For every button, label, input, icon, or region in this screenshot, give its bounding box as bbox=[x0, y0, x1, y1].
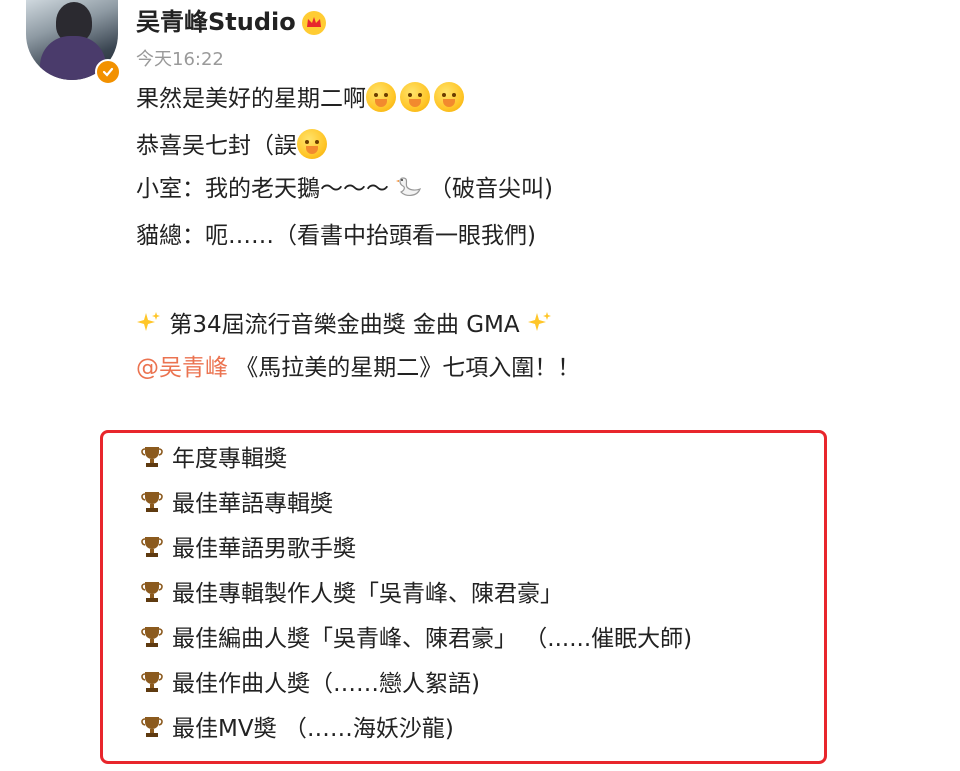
line-2-text: 恭喜吴七封（誤 bbox=[136, 133, 297, 159]
award-text: 最佳編曲人奬「吳青峰、陳君豪」 （......催眠大師) bbox=[172, 626, 693, 652]
thinking-face-emoji-icon bbox=[297, 129, 327, 159]
swan-icon bbox=[396, 177, 422, 196]
mention-link[interactable]: @吴青峰 bbox=[136, 355, 228, 381]
trophy-icon bbox=[141, 447, 163, 467]
award-text: 最佳作曲人奬（……戀人絮語) bbox=[172, 671, 480, 697]
trophy-icon bbox=[141, 672, 163, 692]
trophy-icon bbox=[141, 582, 163, 602]
line-1-text: 果然是美好的星期二啊 bbox=[136, 86, 366, 112]
line-3-text: 小室：我的老天鵝～～～ bbox=[136, 176, 389, 202]
award-text: 最佳華語專輯奬 bbox=[172, 491, 333, 517]
award-item: 最佳華語專輯奬 bbox=[140, 489, 333, 519]
trophy-icon bbox=[141, 537, 163, 557]
award-item: 最佳MV奬 （……海妖沙龍) bbox=[140, 714, 454, 744]
award-text: 最佳華語男歌手奬 bbox=[172, 536, 356, 562]
award-text: 最佳MV奬 （……海妖沙龍) bbox=[172, 716, 454, 742]
shushing-face-emoji-icon bbox=[400, 82, 430, 112]
sparkles-icon bbox=[527, 312, 551, 331]
line-3-suffix: （破音尖叫) bbox=[429, 176, 553, 202]
shushing-face-emoji-icon bbox=[434, 82, 464, 112]
award-item: 最佳華語男歌手奬 bbox=[140, 534, 356, 564]
award-text: 最佳專輯製作人奬「吳青峰、陳君豪」 bbox=[172, 581, 563, 607]
line-5-text: 第34屆流行音樂金曲獎 金曲 GMA bbox=[169, 312, 520, 338]
trophy-icon bbox=[141, 717, 163, 737]
trophy-icon bbox=[141, 492, 163, 512]
post-line-1: 果然是美好的星期二啊 bbox=[136, 82, 468, 114]
award-item: 最佳編曲人奬「吳青峰、陳君豪」 （......催眠大師) bbox=[140, 624, 692, 654]
post-line-3: 小室：我的老天鵝～～～ （破音尖叫) bbox=[136, 174, 553, 204]
post-line-5: 第34屆流行音樂金曲獎 金曲 GMA bbox=[136, 310, 553, 340]
post-line-2: 恭喜吴七封（誤 bbox=[136, 129, 331, 161]
award-text: 年度專輯奬 bbox=[172, 446, 287, 472]
award-item: 最佳作曲人奬（……戀人絮語) bbox=[140, 669, 480, 699]
trophy-icon bbox=[141, 627, 163, 647]
shushing-face-emoji-icon bbox=[366, 82, 396, 112]
post-timestamp[interactable]: 今天16:22 bbox=[136, 48, 224, 72]
crown-icon bbox=[302, 11, 326, 35]
sparkles-icon bbox=[137, 312, 160, 331]
award-item: 年度專輯奬 bbox=[140, 444, 287, 474]
post-line-6: @吴青峰 《馬拉美的星期二》七項入圍！！ bbox=[136, 353, 580, 383]
line-6-text: 《馬拉美的星期二》七項入圍！！ bbox=[228, 355, 581, 381]
author-name[interactable]: 吴青峰Studio bbox=[136, 7, 296, 37]
verified-badge-icon bbox=[95, 59, 121, 85]
award-item: 最佳專輯製作人奬「吳青峰、陳君豪」 bbox=[140, 579, 563, 609]
post-line-4: 貓總：呃……（看書中抬頭看一眼我們) bbox=[136, 223, 536, 249]
